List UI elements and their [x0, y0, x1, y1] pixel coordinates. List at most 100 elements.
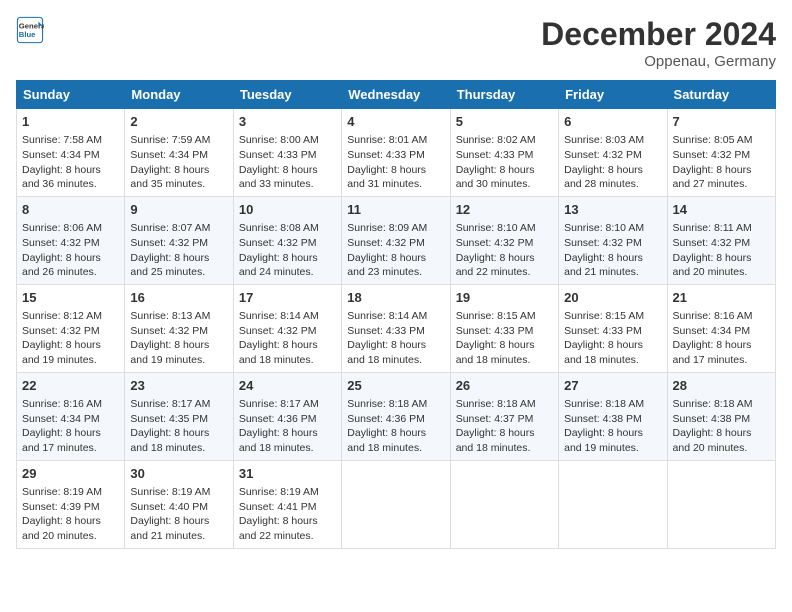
day-cell-5: 5 Sunrise: 8:02 AMSunset: 4:33 PMDaylight… — [450, 109, 558, 197]
day-info: Sunrise: 8:02 AMSunset: 4:33 PMDaylight:… — [456, 133, 553, 192]
day-number: 7 — [673, 113, 770, 131]
day-info: Sunrise: 8:14 AMSunset: 4:33 PMDaylight:… — [347, 309, 444, 368]
day-cell-15: 15 Sunrise: 8:12 AMSunset: 4:32 PMDayligh… — [17, 284, 125, 372]
week-row-4: 22Sunrise: 8:16 AMSunset: 4:34 PMDayligh… — [17, 372, 776, 460]
day-info: Sunrise: 8:13 AMSunset: 4:32 PMDaylight:… — [130, 309, 227, 368]
day-info: Sunrise: 8:17 AMSunset: 4:35 PMDaylight:… — [130, 397, 227, 456]
day-info: Sunrise: 8:19 AMSunset: 4:39 PMDaylight:… — [22, 485, 119, 544]
day-number: 17 — [239, 289, 336, 307]
day-number: 16 — [130, 289, 227, 307]
week-row-3: 15 Sunrise: 8:12 AMSunset: 4:32 PMDayligh… — [17, 284, 776, 372]
day-number: 2 — [130, 113, 227, 131]
day-number: 15 — [22, 289, 119, 307]
day-number: 5 — [456, 113, 553, 131]
day-cell-25: 25 Sunrise: 8:18 AMSunset: 4:36 PMDayligh… — [342, 372, 450, 460]
day-number: 22 — [22, 377, 119, 395]
calendar-header-row: SundayMondayTuesdayWednesdayThursdayFrid… — [17, 81, 776, 109]
day-cell-19: 19 Sunrise: 8:15 AMSunset: 4:33 PMDayligh… — [450, 284, 558, 372]
day-number: 11 — [347, 201, 444, 219]
day-cell-27: 27Sunrise: 8:18 AMSunset: 4:38 PMDayligh… — [559, 372, 667, 460]
day-info: Sunrise: 8:07 AMSunset: 4:32 PMDaylight:… — [130, 221, 227, 280]
day-cell-9: 9 Sunrise: 8:07 AMSunset: 4:32 PMDaylight… — [125, 196, 233, 284]
day-cell-1: 1Sunrise: 7:58 AMSunset: 4:34 PMDaylight… — [17, 109, 125, 197]
day-info: Sunrise: 8:15 AMSunset: 4:33 PMDaylight:… — [456, 309, 553, 368]
calendar-table: SundayMondayTuesdayWednesdayThursdayFrid… — [16, 80, 776, 549]
day-info: Sunrise: 8:15 AMSunset: 4:33 PMDaylight:… — [564, 309, 661, 368]
day-info: Sunrise: 8:17 AMSunset: 4:36 PMDaylight:… — [239, 397, 336, 456]
day-cell-18: 18Sunrise: 8:14 AMSunset: 4:33 PMDayligh… — [342, 284, 450, 372]
week-row-2: 8 Sunrise: 8:06 AMSunset: 4:32 PMDaylight… — [17, 196, 776, 284]
location: Oppenau, Germany — [541, 53, 776, 70]
day-info: Sunrise: 8:18 AMSunset: 4:37 PMDaylight:… — [456, 397, 553, 456]
day-cell-28: 28Sunrise: 8:18 AMSunset: 4:38 PMDayligh… — [667, 372, 775, 460]
day-number: 3 — [239, 113, 336, 131]
logo: General Blue — [16, 16, 44, 44]
empty-cell — [342, 460, 450, 548]
day-cell-17: 17 Sunrise: 8:14 AMSunset: 4:32 PMDayligh… — [233, 284, 341, 372]
day-cell-2: 2 Sunrise: 7:59 AMSunset: 4:34 PMDaylight… — [125, 109, 233, 197]
day-cell-21: 21Sunrise: 8:16 AMSunset: 4:34 PMDayligh… — [667, 284, 775, 372]
empty-cell — [667, 460, 775, 548]
day-info: Sunrise: 8:00 AMSunset: 4:33 PMDaylight:… — [239, 133, 336, 192]
empty-cell — [450, 460, 558, 548]
page-header: General Blue December 2024 Oppenau, Germ… — [16, 16, 776, 70]
empty-cell — [559, 460, 667, 548]
day-cell-31: 31Sunrise: 8:19 AMSunset: 4:41 PMDayligh… — [233, 460, 341, 548]
calendar-body: 1Sunrise: 7:58 AMSunset: 4:34 PMDaylight… — [17, 109, 776, 549]
day-info: Sunrise: 8:10 AMSunset: 4:32 PMDaylight:… — [456, 221, 553, 280]
day-info: Sunrise: 7:59 AMSunset: 4:34 PMDaylight:… — [130, 133, 227, 192]
day-cell-30: 30 Sunrise: 8:19 AMSunset: 4:40 PMDayligh… — [125, 460, 233, 548]
day-info: Sunrise: 8:12 AMSunset: 4:32 PMDaylight:… — [22, 309, 119, 368]
day-info: Sunrise: 8:10 AMSunset: 4:32 PMDaylight:… — [564, 221, 661, 280]
day-cell-3: 3 Sunrise: 8:00 AMSunset: 4:33 PMDaylight… — [233, 109, 341, 197]
day-number: 1 — [22, 113, 119, 131]
day-number: 23 — [130, 377, 227, 395]
day-number: 26 — [456, 377, 553, 395]
day-info: Sunrise: 8:01 AMSunset: 4:33 PMDaylight:… — [347, 133, 444, 192]
day-number: 24 — [239, 377, 336, 395]
day-info: Sunrise: 8:06 AMSunset: 4:32 PMDaylight:… — [22, 221, 119, 280]
day-info: Sunrise: 8:09 AMSunset: 4:32 PMDaylight:… — [347, 221, 444, 280]
svg-text:Blue: Blue — [19, 30, 36, 39]
day-number: 8 — [22, 201, 119, 219]
day-number: 30 — [130, 465, 227, 483]
logo-icon: General Blue — [16, 16, 44, 44]
day-number: 29 — [22, 465, 119, 483]
day-number: 19 — [456, 289, 553, 307]
col-header-wednesday: Wednesday — [342, 81, 450, 109]
col-header-saturday: Saturday — [667, 81, 775, 109]
day-cell-10: 10Sunrise: 8:08 AMSunset: 4:32 PMDayligh… — [233, 196, 341, 284]
week-row-5: 29 Sunrise: 8:19 AMSunset: 4:39 PMDayligh… — [17, 460, 776, 548]
week-row-1: 1Sunrise: 7:58 AMSunset: 4:34 PMDaylight… — [17, 109, 776, 197]
day-number: 10 — [239, 201, 336, 219]
month-title: December 2024 — [541, 16, 776, 53]
day-info: Sunrise: 8:03 AMSunset: 4:32 PMDaylight:… — [564, 133, 661, 192]
svg-text:General: General — [19, 22, 44, 31]
day-info: Sunrise: 8:18 AMSunset: 4:36 PMDaylight:… — [347, 397, 444, 456]
day-info: Sunrise: 8:14 AMSunset: 4:32 PMDaylight:… — [239, 309, 336, 368]
day-cell-11: 11 Sunrise: 8:09 AMSunset: 4:32 PMDayligh… — [342, 196, 450, 284]
day-cell-16: 16 Sunrise: 8:13 AMSunset: 4:32 PMDayligh… — [125, 284, 233, 372]
day-number: 27 — [564, 377, 661, 395]
day-number: 25 — [347, 377, 444, 395]
col-header-monday: Monday — [125, 81, 233, 109]
day-number: 9 — [130, 201, 227, 219]
day-info: Sunrise: 8:19 AMSunset: 4:40 PMDaylight:… — [130, 485, 227, 544]
day-info: Sunrise: 8:19 AMSunset: 4:41 PMDaylight:… — [239, 485, 336, 544]
col-header-thursday: Thursday — [450, 81, 558, 109]
day-number: 14 — [673, 201, 770, 219]
day-number: 13 — [564, 201, 661, 219]
day-number: 4 — [347, 113, 444, 131]
day-cell-6: 6 Sunrise: 8:03 AMSunset: 4:32 PMDaylight… — [559, 109, 667, 197]
day-cell-4: 4 Sunrise: 8:01 AMSunset: 4:33 PMDaylight… — [342, 109, 450, 197]
day-number: 6 — [564, 113, 661, 131]
day-cell-29: 29 Sunrise: 8:19 AMSunset: 4:39 PMDayligh… — [17, 460, 125, 548]
day-info: Sunrise: 8:16 AMSunset: 4:34 PMDaylight:… — [673, 309, 770, 368]
title-area: December 2024 Oppenau, Germany — [541, 16, 776, 70]
day-cell-14: 14Sunrise: 8:11 AMSunset: 4:32 PMDayligh… — [667, 196, 775, 284]
day-cell-24: 24 Sunrise: 8:17 AMSunset: 4:36 PMDayligh… — [233, 372, 341, 460]
col-header-friday: Friday — [559, 81, 667, 109]
day-info: Sunrise: 8:05 AMSunset: 4:32 PMDaylight:… — [673, 133, 770, 192]
day-cell-20: 20Sunrise: 8:15 AMSunset: 4:33 PMDayligh… — [559, 284, 667, 372]
day-number: 28 — [673, 377, 770, 395]
